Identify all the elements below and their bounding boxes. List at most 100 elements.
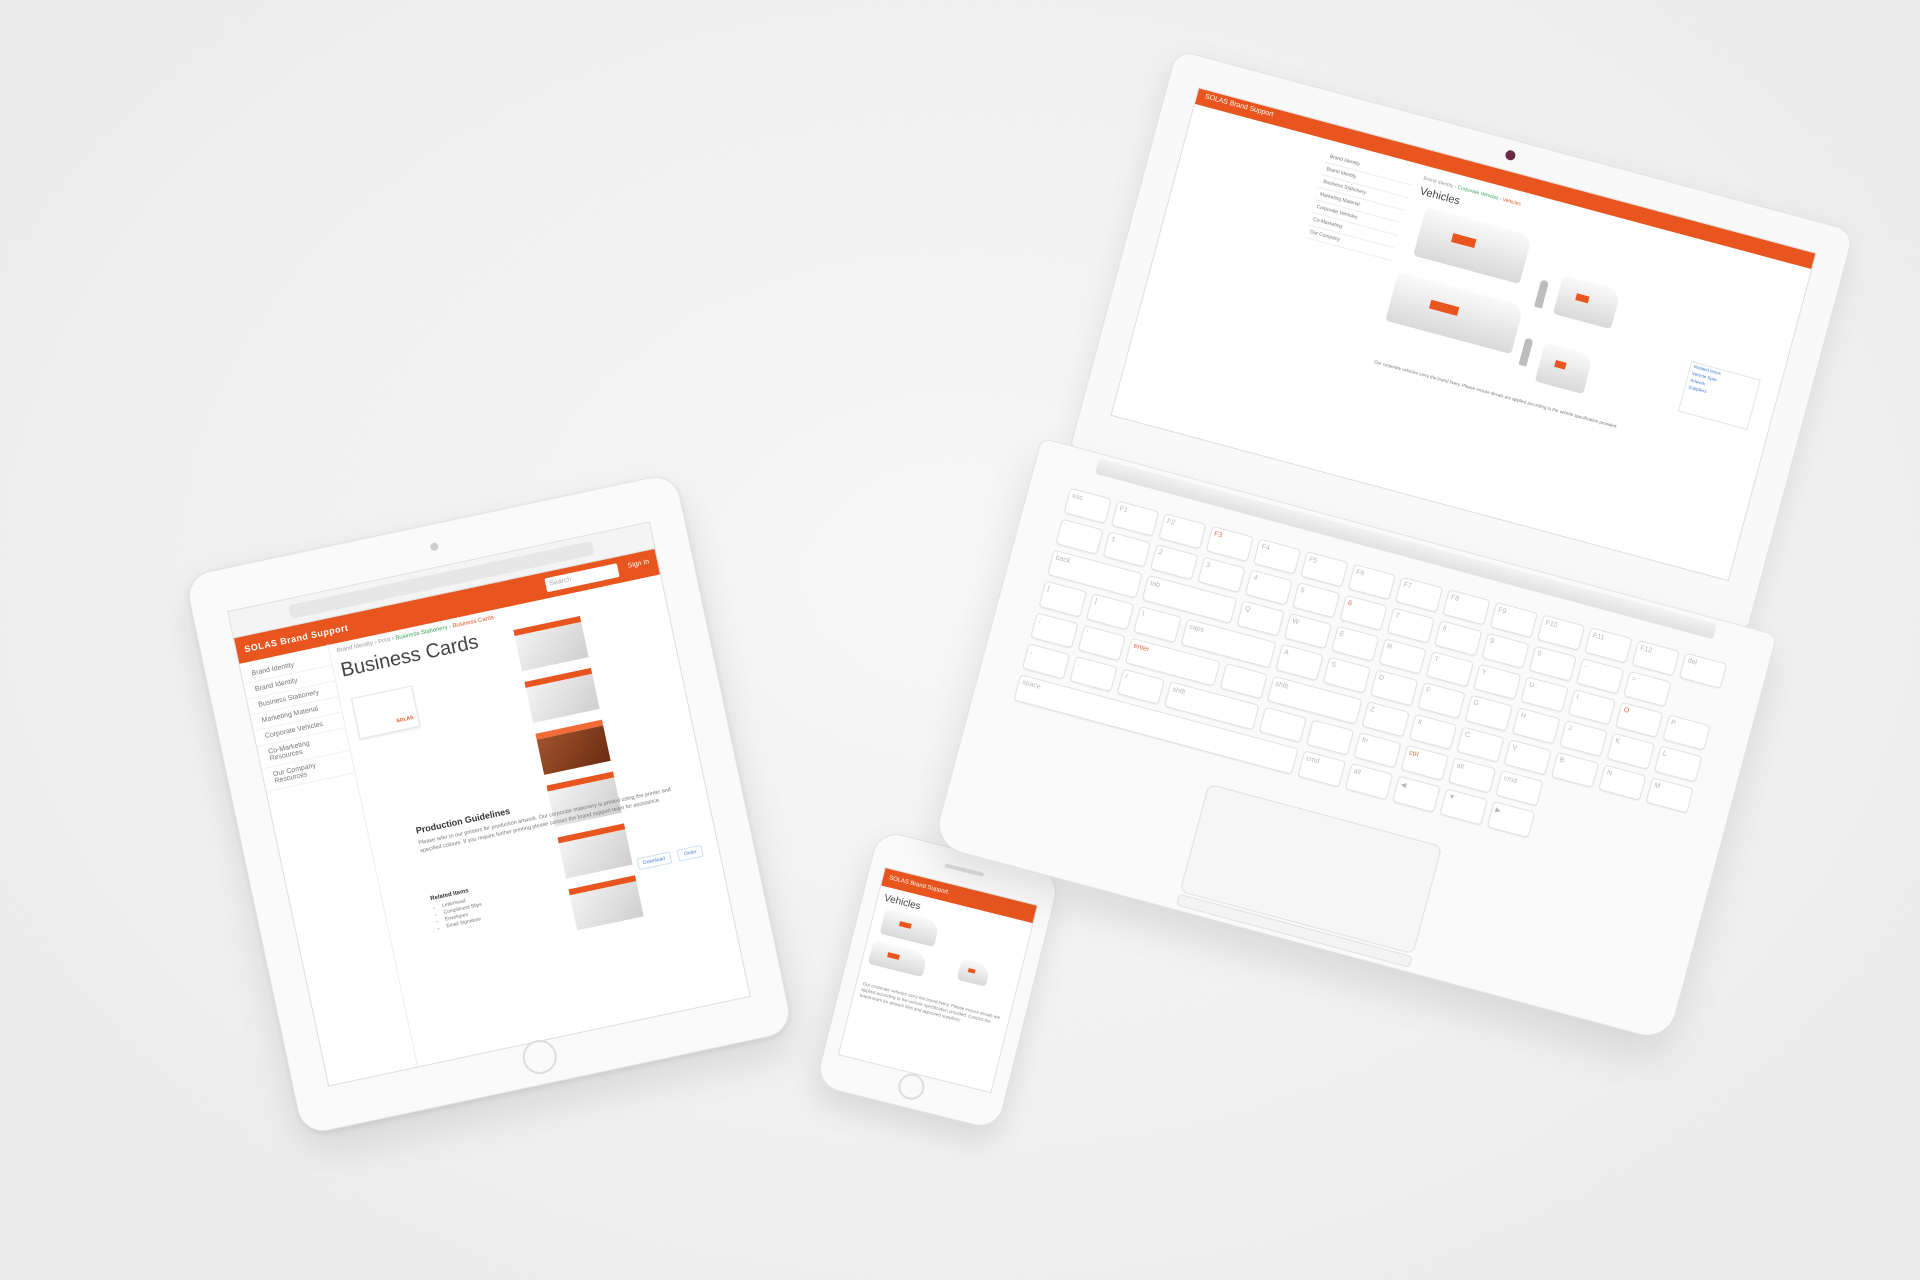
- keyboard-key[interactable]: F9: [1489, 601, 1538, 639]
- keyboard-key[interactable]: G: [1464, 694, 1513, 732]
- keyboard-key[interactable]: ': [1077, 624, 1126, 661]
- keyboard-key[interactable]: T: [1425, 651, 1474, 688]
- keyboard-key[interactable]: U: [1520, 676, 1569, 714]
- keyboard-key[interactable]: I: [1567, 689, 1616, 726]
- card-thumbnail[interactable]: [513, 615, 589, 672]
- keyboard-key[interactable]: H: [1511, 707, 1561, 745]
- keyboard-key[interactable]: 7: [1386, 607, 1435, 644]
- card-thumbnail[interactable]: [524, 667, 600, 724]
- keyboard-key[interactable]: J: [1559, 720, 1608, 757]
- keyboard-key[interactable]: O: [1614, 701, 1664, 739]
- keyboard-key[interactable]: ;: [1030, 611, 1079, 649]
- related-items: Related Items Letterhead Compliment Slip…: [430, 886, 486, 932]
- keyboard-key[interactable]: M: [1645, 776, 1694, 814]
- keyboard-key[interactable]: X: [1408, 713, 1458, 750]
- keyboard-key[interactable]: alt: [1344, 762, 1394, 801]
- keyboard-key[interactable]: cmd: [1495, 769, 1544, 807]
- card-logo-text: SOLAS: [395, 714, 415, 725]
- webcam-icon: [1504, 149, 1517, 162]
- keyboard-key[interactable]: 8: [1433, 620, 1483, 657]
- keyboard-key[interactable]: [1306, 719, 1355, 756]
- keyboard-key[interactable]: B: [1550, 751, 1600, 788]
- van-image: [1385, 272, 1524, 355]
- keyboard-key[interactable]: ◀: [1392, 775, 1441, 813]
- keyboard-key[interactable]: V: [1503, 738, 1552, 776]
- laptop-device: SOLAS Brand Support Brand Identity Brand…: [917, 32, 1920, 1108]
- keyboard-key[interactable]: /: [1116, 668, 1165, 705]
- keyboard-key[interactable]: cmd: [1297, 750, 1346, 788]
- keyboard-key[interactable]: ]: [1085, 593, 1135, 630]
- card-thumbnail[interactable]: [557, 823, 633, 879]
- van-image: [1552, 275, 1622, 330]
- site-brand[interactable]: SOLAS Brand Support: [1204, 93, 1274, 118]
- keyboard-key[interactable]: 0: [1528, 645, 1577, 682]
- tablet-device: SOLAS Brand Support Search Sign In Brand…: [184, 472, 794, 1136]
- keyboard-key[interactable]: S: [1322, 656, 1371, 694]
- scene: SOLAS Brand Support Search Sign In Brand…: [0, 0, 1920, 1280]
- sidebar: Brand Identity Brand Identity Business S…: [1304, 149, 1415, 261]
- tablet-camera: [429, 542, 440, 552]
- keyboard-key[interactable]: ,: [1022, 642, 1071, 680]
- keyboard-key[interactable]: R: [1378, 638, 1427, 675]
- person-silhouette: [1534, 279, 1550, 309]
- van-image: [867, 940, 929, 978]
- keyboard-key[interactable]: 5: [1291, 582, 1341, 619]
- keyboard-key[interactable]: [1258, 706, 1307, 743]
- keyboard-key[interactable]: F8: [1442, 589, 1491, 626]
- keyboard-key[interactable]: F1: [1110, 500, 1160, 537]
- keyboard-key[interactable]: 6: [1339, 594, 1388, 632]
- keyboard-key[interactable]: F2: [1158, 513, 1207, 550]
- keyboard-key[interactable]: `: [1055, 518, 1104, 556]
- card-thumbnail[interactable]: [568, 875, 644, 931]
- keyboard-key[interactable]: esc: [1063, 487, 1112, 525]
- keyboard-key[interactable]: [1219, 662, 1268, 699]
- keyboard-key[interactable]: L: [1653, 745, 1703, 783]
- keyboard-key[interactable]: 3: [1197, 556, 1246, 594]
- breadcrumb-item[interactable]: Print: [378, 637, 391, 645]
- tablet-screen: SOLAS Brand Support Search Sign In Brand…: [227, 521, 751, 1087]
- keyboard-key[interactable]: F12: [1631, 639, 1680, 677]
- keyboard-key[interactable]: F6: [1347, 563, 1396, 601]
- breadcrumb-current: Vehicles: [1501, 196, 1522, 208]
- keyboard-key[interactable]: .: [1069, 655, 1118, 692]
- keyboard-key[interactable]: D: [1369, 669, 1419, 706]
- card-thumbnail[interactable]: [535, 719, 611, 775]
- keyboard-key[interactable]: 1: [1102, 531, 1151, 568]
- keyboard-key[interactable]: -: [1575, 658, 1625, 695]
- keyboard-key[interactable]: F3: [1205, 525, 1254, 563]
- sign-in-link[interactable]: Sign In: [627, 558, 650, 569]
- keyboard-key[interactable]: C: [1456, 726, 1505, 763]
- keyboard-key[interactable]: F10: [1536, 614, 1586, 651]
- keyboard-key[interactable]: ctrl: [1400, 744, 1449, 781]
- person-silhouette: [1518, 337, 1534, 367]
- keyboard-key[interactable]: ▶: [1486, 800, 1536, 839]
- keyboard-key[interactable]: [: [1038, 580, 1087, 618]
- keyboard-key[interactable]: Y: [1472, 663, 1522, 701]
- breadcrumb-item[interactable]: Brand Identity: [336, 641, 373, 655]
- keyboard-key[interactable]: 4: [1244, 569, 1293, 606]
- keyboard-key[interactable]: del: [1678, 652, 1728, 689]
- keyboard-key[interactable]: \: [1133, 606, 1182, 643]
- keyboard-key[interactable]: =: [1623, 670, 1672, 708]
- keyboard-key[interactable]: F11: [1584, 627, 1633, 664]
- keyboard-key[interactable]: F7: [1394, 576, 1444, 613]
- keyboard-key[interactable]: N: [1598, 764, 1647, 801]
- keyboard-key[interactable]: A: [1275, 644, 1324, 681]
- keyboard-key[interactable]: Z: [1361, 700, 1410, 738]
- business-card-image: SOLAS: [351, 685, 421, 740]
- keyboard-key[interactable]: E: [1330, 625, 1380, 663]
- keyboard-key[interactable]: K: [1606, 733, 1655, 770]
- keyboard-key[interactable]: fn: [1353, 731, 1402, 769]
- related-links-box: Related Items Vehicle Spec Artwork Suppl…: [1677, 361, 1761, 430]
- keyboard-key[interactable]: W: [1283, 613, 1332, 650]
- keyboard-key[interactable]: 2: [1149, 544, 1199, 581]
- keyboard-key[interactable]: 9: [1481, 632, 1530, 670]
- van-image: [956, 958, 992, 987]
- keyboard-key[interactable]: ▼: [1439, 788, 1488, 826]
- keyboard-key[interactable]: F4: [1252, 538, 1302, 575]
- keyboard-key[interactable]: alt: [1448, 757, 1497, 794]
- keyboard-key[interactable]: Q: [1236, 600, 1285, 637]
- keyboard-key[interactable]: F: [1417, 682, 1466, 719]
- keyboard-key[interactable]: F5: [1300, 551, 1349, 588]
- keyboard-key[interactable]: P: [1662, 714, 1711, 752]
